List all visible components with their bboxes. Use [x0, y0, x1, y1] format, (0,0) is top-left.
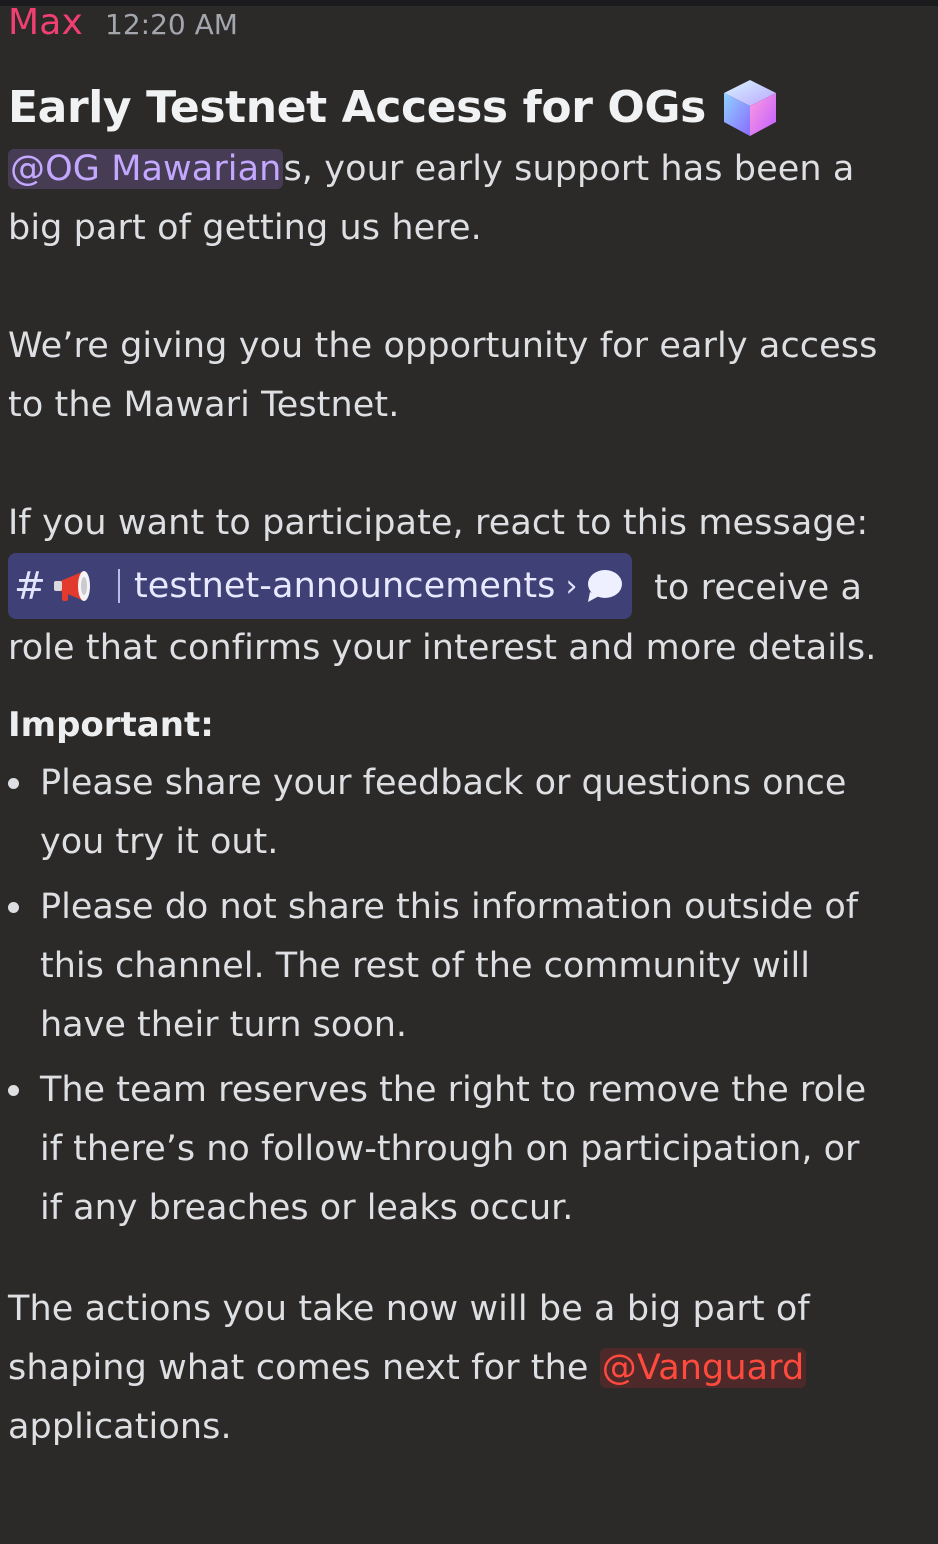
closing-paragraph: The actions you take now will be a big p… [8, 1280, 930, 1457]
message-title: Early Testnet Access for OGs [8, 76, 930, 140]
bullet-3-line-1: The team reserves the right to remove th… [40, 1070, 867, 1110]
paragraph-3: If you want to participate, react to thi… [8, 494, 930, 678]
bullet-dot-icon [8, 1085, 19, 1096]
channel-link-testnet-announcements[interactable]: # testnet-announcements › [8, 553, 632, 619]
paragraph-1-line-1: @OG Mawarians, your early support has be… [8, 140, 930, 199]
paragraph-2-line-1: We’re giving you the opportunity for ear… [8, 326, 878, 366]
bullet-dot-icon [8, 902, 19, 913]
closing-line-1: The actions you take now will be a big p… [8, 1289, 810, 1329]
list-item: The team reserves the right to remove th… [8, 1061, 930, 1238]
paragraph-3-line-3: role that confirms your interest and mor… [8, 628, 877, 668]
important-list: Please share your feedback or questions … [8, 754, 930, 1238]
cube-icon [723, 80, 776, 136]
channel-separator [117, 569, 120, 603]
list-item: Please share your feedback or questions … [8, 754, 930, 872]
channel-name: testnet-announcements [133, 565, 556, 606]
bullet-1-line-1: Please share your feedback or questions … [40, 763, 847, 803]
chat-bubble-icon [587, 570, 622, 602]
closing-line-3: applications. [8, 1407, 232, 1447]
role-mention-og-mawarian[interactable]: @OG Mawarian [8, 149, 284, 189]
closing-line-2: shaping what comes next for the @Vanguar… [8, 1339, 930, 1398]
paragraph-3-after-channel: to receive a [643, 568, 862, 608]
bullet-3-line-2: if there’s no follow-through on particip… [40, 1129, 860, 1169]
message-title-text: Early Testnet Access for OGs [8, 82, 706, 133]
paragraph-1-line-2: big part of getting us here. [8, 208, 482, 248]
megaphone-icon [53, 571, 90, 601]
role-mention-vanguard[interactable]: @Vanguard [599, 1348, 807, 1388]
chat-message: Max 12:20 AM Early Testnet Access for OG… [8, 0, 930, 1457]
message-header: Max 12:20 AM [8, 0, 930, 54]
paragraph-1: @OG Mawarians, your early support has be… [8, 140, 930, 258]
paragraph-3-line-2: # testnet-announcements › to receive a [8, 553, 930, 619]
author-name[interactable]: Max [8, 2, 83, 43]
message-timestamp: 12:20 AM [105, 8, 238, 41]
paragraph-2: We’re giving you the opportunity for ear… [8, 317, 930, 435]
bullet-2-line-2: this channel. The rest of the community … [40, 946, 810, 986]
bullet-2-line-1: Please do not share this information out… [40, 887, 859, 927]
bullet-3-line-3: if any breaches or leaks occur. [40, 1188, 574, 1228]
bullet-dot-icon [8, 778, 19, 789]
closing-line-2-text: shaping what comes next for the [8, 1348, 600, 1388]
paragraph-2-line-2: to the Mawari Testnet. [8, 385, 400, 425]
bullet-2-line-3: have their turn soon. [40, 1005, 408, 1045]
important-heading: Important: [8, 705, 214, 745]
channel-hash-icon: # [14, 563, 46, 608]
after-channel-text: to receive a [654, 568, 862, 608]
list-item: Please do not share this information out… [8, 878, 930, 1055]
paragraph-3-line-1: If you want to participate, react to thi… [8, 503, 869, 543]
bullet-1-line-2: you try it out. [40, 822, 279, 862]
chevron-right-icon: › [565, 568, 578, 604]
paragraph-1-line-1-rest: s, your early support has been a [283, 149, 855, 189]
